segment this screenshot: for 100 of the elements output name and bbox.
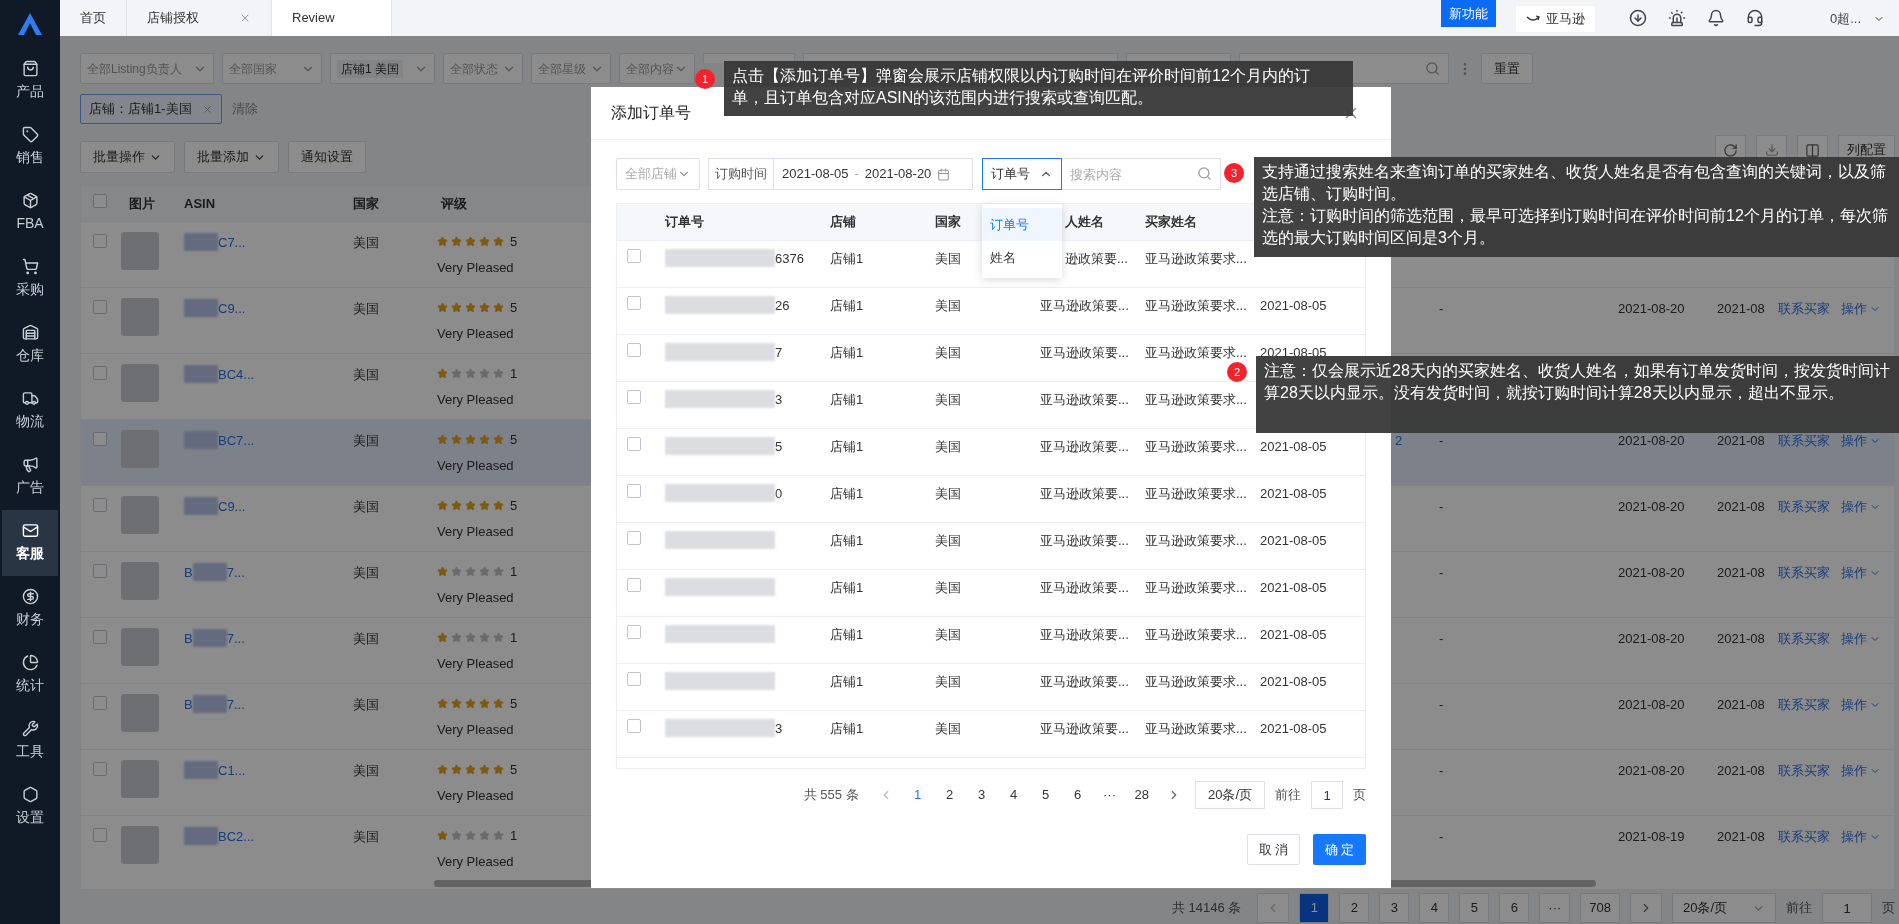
- rating-label: Very Pleased: [437, 654, 514, 673]
- table-cell: 亚马逊政策要...: [1040, 298, 1129, 313]
- rating-label: Very Pleased: [437, 390, 514, 409]
- table-cell: 亚马逊政策要...: [1040, 627, 1129, 642]
- column-header: ASIN: [184, 195, 216, 211]
- rating-label: Very Pleased: [437, 258, 514, 277]
- rating-score: 5: [510, 233, 518, 251]
- goto-label: 前往: [1275, 786, 1301, 805]
- table-cell: 亚马逊政策要...: [1040, 392, 1129, 407]
- column-header: 国家: [935, 214, 961, 230]
- table-cell: 亚马逊政策要求...: [1145, 627, 1247, 642]
- table-cell: 2021-08-05: [1260, 533, 1327, 548]
- callout-text: 注意：订购时间的筛选范围，最早可选择到订购时间在评价时间前12个月的订单，每次筛选的最大订购时间区间是3个月。: [1262, 206, 1889, 248]
- page-unit: 页: [1353, 786, 1366, 805]
- table-cell: 亚马逊政策要求...: [1145, 486, 1247, 501]
- table-cell: 美国: [935, 533, 961, 548]
- select-value: 订单号: [991, 165, 1030, 184]
- table-cell: 亚马逊政策要求...: [1145, 392, 1247, 407]
- table-cell: 店铺1: [830, 721, 864, 736]
- table-cell: -: [1439, 763, 1444, 778]
- table-cell: 美国: [353, 829, 379, 844]
- table-cell: -: [1439, 697, 1444, 712]
- rating-label: Very Pleased: [437, 456, 514, 475]
- table-cell: 亚马逊政策要求...: [1145, 298, 1247, 313]
- column-header: 评级: [441, 195, 467, 211]
- table-cell: 亚马逊政策要求...: [1145, 345, 1247, 360]
- rating-score: 5: [510, 695, 518, 713]
- callout-text: 点击【添加订单号】弹窗会展示店铺权限以内订购时间在评价时间前12个月内的订单，且订单包含对应ASIN的该范围内进行搜索或查询匹配。: [732, 66, 1311, 108]
- table-cell: 亚马逊政策要求...: [1145, 721, 1247, 736]
- table-cell: -: [1439, 631, 1444, 646]
- table-cell: 亚马逊政策要...: [1040, 674, 1129, 689]
- table-cell: 店铺1: [830, 345, 864, 360]
- table-cell: -: [1439, 829, 1444, 844]
- table-cell: 亚马逊政策要...: [1040, 721, 1129, 736]
- table-cell: 店铺1: [830, 486, 864, 501]
- column-header: 店铺: [830, 214, 856, 230]
- table-cell: 美国: [935, 721, 961, 736]
- table-cell: 亚马逊政策要求...: [1145, 439, 1247, 454]
- table-cell: 店铺1: [830, 251, 864, 266]
- total-count: 共 14146 条: [1171, 899, 1242, 918]
- column-header: 订单号: [665, 214, 704, 230]
- select-placeholder: 全部店铺: [625, 165, 677, 184]
- rating-score: 1: [510, 563, 518, 581]
- table-cell: 2021-08-20: [1618, 433, 1685, 448]
- order-number-fragment: 0: [775, 485, 783, 503]
- table-cell: 美国: [935, 486, 961, 501]
- table-cell: 亚马逊政策要...: [1040, 439, 1129, 454]
- rating-label: Very Pleased: [437, 720, 514, 739]
- table-cell: 亚马逊政策要求...: [1145, 580, 1247, 595]
- table-cell: 美国: [935, 439, 961, 454]
- rating-label: Very Pleased: [437, 786, 514, 805]
- table-cell: 美国: [353, 367, 379, 382]
- order-number-fragment: 5: [775, 438, 783, 456]
- table-cell: -: [1439, 433, 1444, 448]
- column-header: 人姓名: [1065, 214, 1104, 230]
- table-cell: 2021-08-20: [1618, 565, 1685, 580]
- rating-label: Very Pleased: [437, 852, 514, 871]
- table-cell: 店铺1: [830, 298, 864, 313]
- step-badge: 1: [695, 69, 715, 89]
- rating-label: Very Pleased: [437, 588, 514, 607]
- table-cell: 2021-08: [1717, 829, 1765, 844]
- table-cell: 店铺1: [830, 674, 864, 689]
- table-cell: 美国: [935, 298, 961, 313]
- table-cell: 店铺1: [830, 392, 864, 407]
- table-cell: 亚马逊政策要...: [1040, 533, 1129, 548]
- order-number-fragment: 3: [775, 391, 783, 409]
- table-cell: 美国: [353, 301, 379, 316]
- order-number-fragment: 6376: [775, 250, 804, 268]
- table-cell: 美国: [353, 235, 379, 250]
- table-cell: 美国: [935, 251, 961, 266]
- table-cell: 逊政策要...: [1065, 251, 1128, 266]
- table-cell: 亚马逊政策要求...: [1145, 674, 1247, 689]
- table-cell: 2021-08-20: [1618, 697, 1685, 712]
- table-cell: 2021-08: [1717, 565, 1765, 580]
- table-cell: -: [1439, 301, 1444, 316]
- table-cell: 2021-08-20: [1618, 499, 1685, 514]
- rating-score: 5: [510, 497, 518, 515]
- table-cell: 2021-08: [1717, 301, 1765, 316]
- table-cell: 2021-08-05: [1260, 486, 1327, 501]
- table-cell: 美国: [353, 565, 379, 580]
- total-count: 共 555 条: [803, 786, 859, 805]
- order-number-fragment: 3: [775, 720, 783, 738]
- table-cell: 2021-08-05: [1260, 580, 1327, 595]
- date-start: 2021-08-05: [782, 165, 849, 184]
- table-cell: 2021-08-20: [1618, 631, 1685, 646]
- order-number-fragment: 7: [775, 344, 783, 362]
- table-cell: 2021-08: [1717, 631, 1765, 646]
- table-cell: 美国: [353, 697, 379, 712]
- table-cell: 2021-08-20: [1618, 763, 1685, 778]
- table-cell: 店铺1: [830, 533, 864, 548]
- table-cell: 美国: [935, 345, 961, 360]
- rating-label: Very Pleased: [437, 522, 514, 541]
- table-cell: 美国: [935, 580, 961, 595]
- table-cell: 2021-08-05: [1260, 627, 1327, 642]
- column-header: 国家: [353, 195, 379, 211]
- table-cell: 美国: [353, 631, 379, 646]
- table-cell: 店铺1: [830, 439, 864, 454]
- table-cell: 店铺1: [830, 580, 864, 595]
- order-number-fragment: 26: [775, 297, 790, 315]
- table-cell: 2021-08-05: [1260, 298, 1327, 313]
